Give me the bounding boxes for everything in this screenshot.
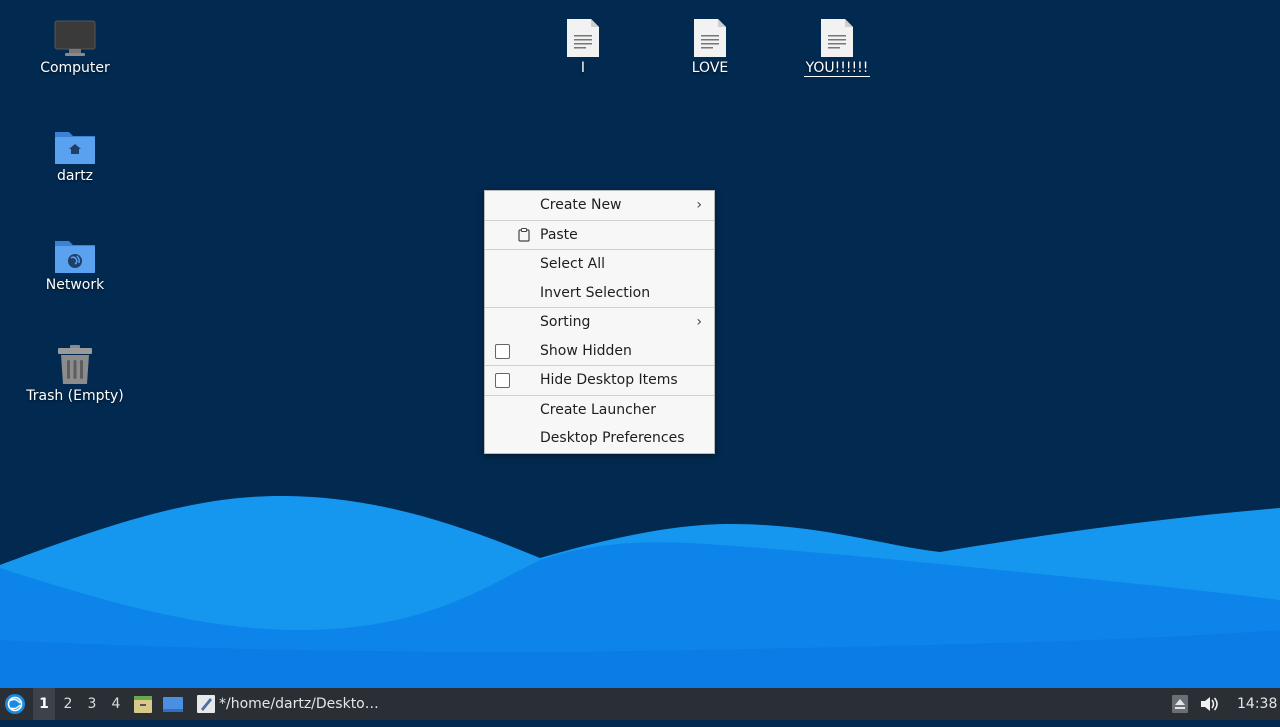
workspace-4[interactable]: 4 xyxy=(105,688,127,720)
show-hidden-label: Show Hidden xyxy=(540,342,632,359)
menu-item-create-new[interactable]: Create New › xyxy=(485,191,714,220)
workspace-1[interactable]: 1 xyxy=(33,688,55,720)
show-desktop-button[interactable] xyxy=(162,688,186,720)
file-love-label: LOVE xyxy=(691,60,729,76)
menu-item-invert-selection[interactable]: Invert Selection xyxy=(485,279,714,308)
computer-desktop-icon[interactable]: Computer xyxy=(20,18,130,76)
taskbar-window-button[interactable]: */home/dartz/Deskto… xyxy=(194,688,394,720)
invert-selection-label: Invert Selection xyxy=(540,284,651,301)
computer-label: Computer xyxy=(40,60,110,76)
home-folder-icon xyxy=(55,132,95,164)
submenu-arrow-icon: › xyxy=(696,314,702,330)
text-file-icon xyxy=(567,19,599,57)
file-cabinet-icon xyxy=(134,696,152,713)
eject-icon xyxy=(1172,695,1188,713)
file-you-label: YOU!!!!!! xyxy=(803,60,871,77)
workspace-2[interactable]: 2 xyxy=(57,688,79,720)
clock[interactable]: 14:38 xyxy=(1237,688,1277,720)
menu-item-desktop-preferences[interactable]: Desktop Preferences xyxy=(485,424,714,453)
trash-desktop-icon[interactable]: Trash (Empty) xyxy=(20,344,130,404)
file-you-desktop-icon[interactable]: YOU!!!!!! xyxy=(782,18,892,77)
menu-item-hide-desktop-items[interactable]: Hide Desktop Items xyxy=(485,366,714,395)
hide-desktop-items-label: Hide Desktop Items xyxy=(540,372,678,388)
menu-item-paste[interactable]: Paste xyxy=(485,221,714,250)
computer-icon xyxy=(54,20,96,56)
desktop-icon xyxy=(163,697,183,712)
submenu-arrow-icon: › xyxy=(696,197,702,213)
hide-desktop-items-checkbox[interactable] xyxy=(495,373,510,388)
file-manager-launcher[interactable] xyxy=(133,688,155,720)
file-i-desktop-icon[interactable]: I xyxy=(528,18,638,76)
eject-tray-button[interactable] xyxy=(1172,688,1190,720)
text-editor-icon xyxy=(197,695,215,713)
trash-icon xyxy=(58,345,92,384)
desktop-preferences-label: Desktop Preferences xyxy=(540,430,685,446)
home-folder-desktop-icon[interactable]: dartz xyxy=(20,128,130,184)
desktop-context-menu: Create New › Paste Select All Invert Sel… xyxy=(484,190,715,454)
file-i-label: I xyxy=(580,60,586,76)
network-folder-icon xyxy=(55,241,95,273)
clipboard-icon xyxy=(518,227,530,242)
create-launcher-label: Create Launcher xyxy=(540,401,657,418)
home-label: dartz xyxy=(56,168,94,184)
network-label: Network xyxy=(45,277,105,293)
file-love-desktop-icon[interactable]: LOVE xyxy=(655,18,765,76)
sorting-label: Sorting xyxy=(540,314,591,330)
text-file-icon xyxy=(821,19,853,57)
workspace-3[interactable]: 3 xyxy=(81,688,103,720)
network-desktop-icon[interactable]: Network xyxy=(20,237,130,293)
menu-item-create-launcher[interactable]: Create Launcher xyxy=(485,396,714,425)
menu-item-sorting[interactable]: Sorting › xyxy=(485,308,714,337)
lubuntu-logo-icon xyxy=(5,694,25,714)
taskbar-window-title: */home/dartz/Deskto… xyxy=(219,696,379,712)
menu-item-select-all[interactable]: Select All xyxy=(485,250,714,279)
trash-label: Trash (Empty) xyxy=(26,388,124,404)
volume-button[interactable] xyxy=(1199,688,1221,720)
menu-item-show-hidden[interactable]: Show Hidden xyxy=(485,337,714,366)
create-new-label: Create New xyxy=(540,197,622,213)
select-all-label: Select All xyxy=(540,256,605,272)
show-hidden-checkbox[interactable] xyxy=(495,343,510,359)
paste-label: Paste xyxy=(540,226,578,243)
text-file-icon xyxy=(694,19,726,57)
start-menu-button[interactable] xyxy=(4,688,28,720)
taskbar: 1 2 3 4 */home/dartz/Deskto… 14:38 xyxy=(0,688,1280,720)
desktop[interactable]: Computer dartz Network Trash (Empty) I L… xyxy=(0,0,1280,688)
speaker-icon xyxy=(1201,697,1218,711)
